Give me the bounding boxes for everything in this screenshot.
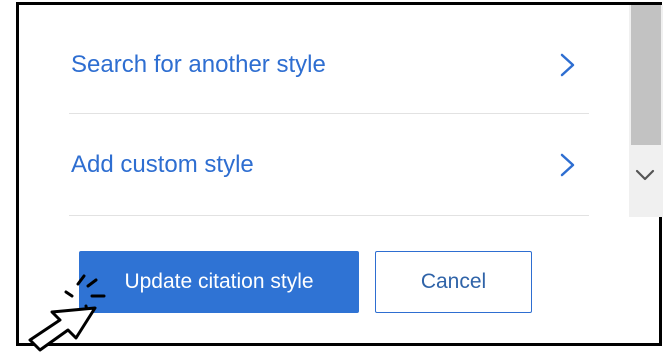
divider (69, 113, 589, 114)
pointer-cursor-icon (28, 274, 106, 352)
chevron-right-icon (560, 53, 575, 77)
divider (69, 215, 589, 216)
scrollbar-thumb[interactable] (631, 5, 661, 145)
add-custom-style-label: Add custom style (71, 151, 254, 178)
search-another-style-label: Search for another style (71, 51, 326, 78)
chevron-down-icon[interactable] (633, 163, 657, 187)
search-another-style-item[interactable]: Search for another style (71, 15, 587, 115)
chevron-right-icon (560, 153, 575, 177)
citation-style-panel: Search for another style Add custom styl… (16, 2, 663, 346)
cancel-button[interactable]: Cancel (375, 251, 532, 313)
update-citation-style-button[interactable]: Update citation style (79, 251, 359, 313)
add-custom-style-item[interactable]: Add custom style (71, 115, 587, 215)
